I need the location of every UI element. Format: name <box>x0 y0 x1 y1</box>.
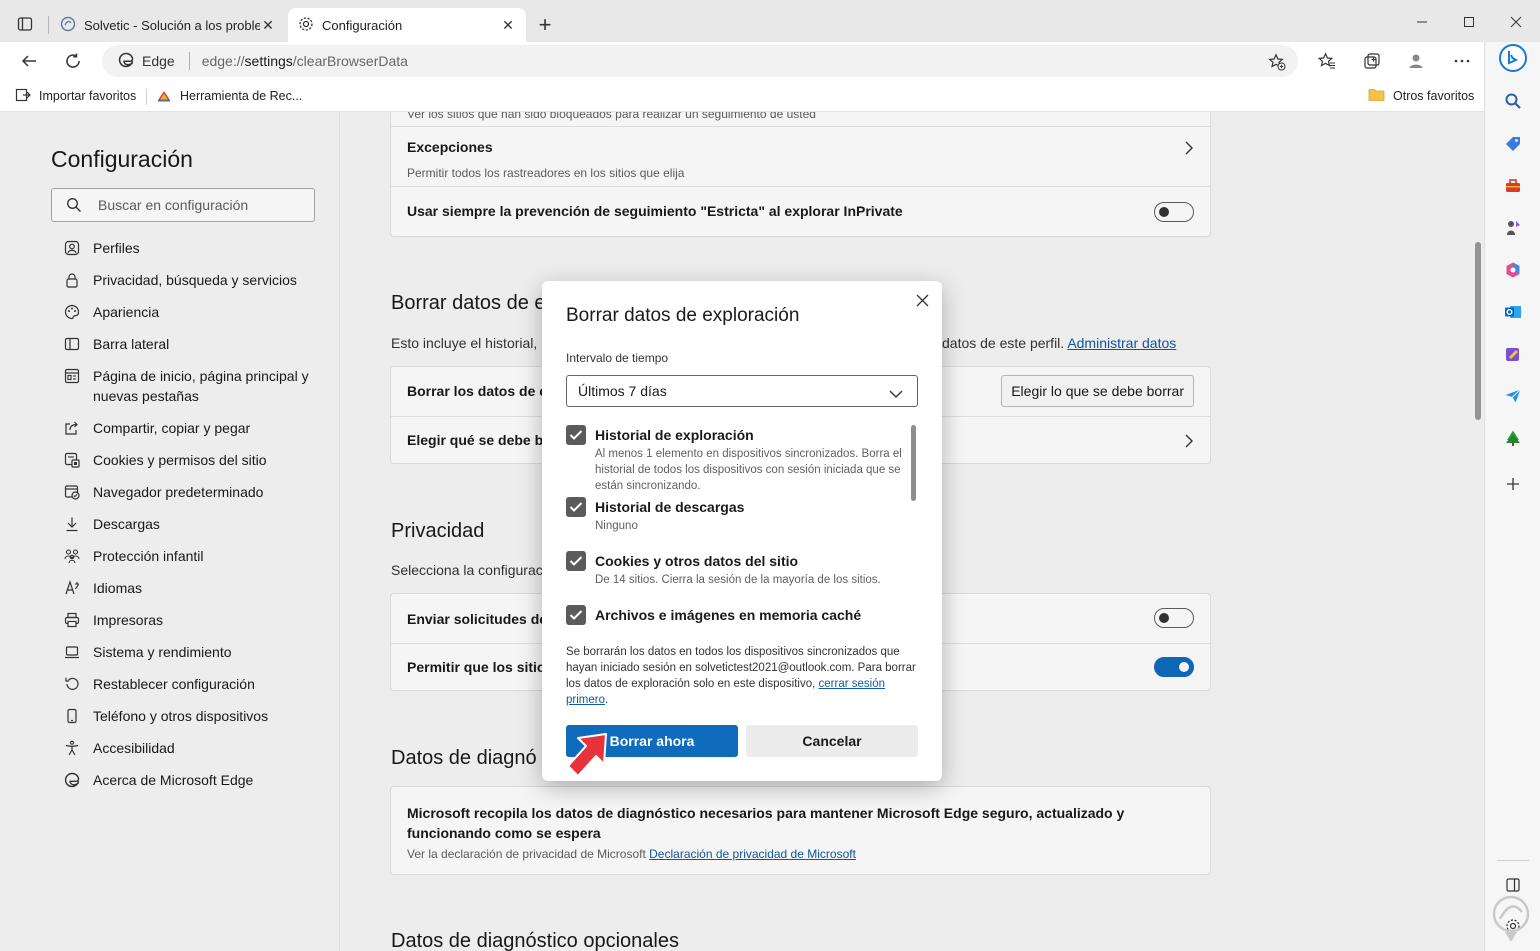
refresh-icon[interactable] <box>57 46 89 76</box>
watermark-logo-icon <box>1492 895 1530 942</box>
edge-sidebar <box>1484 42 1540 951</box>
other-favorites-label: Otros favoritos <box>1393 89 1475 103</box>
close-window-button[interactable] <box>1493 8 1539 36</box>
favorites-icon[interactable] <box>1311 46 1343 76</box>
favorites-separator <box>146 89 147 105</box>
sidebar-separator <box>1497 860 1529 861</box>
time-range-value: Últimos 7 días <box>578 383 667 399</box>
profile-icon[interactable] <box>1400 46 1432 76</box>
maximize-button[interactable] <box>1446 8 1492 36</box>
edge-icon <box>118 52 134 71</box>
games-icon[interactable] <box>1499 214 1527 242</box>
tab-separator <box>48 16 49 34</box>
import-icon <box>15 87 31 106</box>
solvetic-icon <box>60 16 76 35</box>
tools-icon[interactable] <box>1499 172 1527 200</box>
gear-icon <box>298 16 314 35</box>
favorite-label: Importar favoritos <box>39 89 137 103</box>
clear-browsing-data-dialog: Borrar datos de exploración Intervalo de… <box>542 281 942 781</box>
checkbox-download-history[interactable] <box>566 497 586 517</box>
time-range-label: Intervalo de tiempo <box>566 351 669 365</box>
dialog-scrollbar[interactable] <box>911 425 916 501</box>
tab-actions-icon[interactable] <box>8 9 42 39</box>
tab-title: Solvetic - Solución a los problem <box>84 17 260 33</box>
cache-title: Archivos e imágenes en memoria caché <box>595 607 862 623</box>
search-icon[interactable] <box>1499 87 1527 115</box>
address-separator <box>188 52 190 70</box>
browsing-history-sub: Al menos 1 elemento en dispositivos sinc… <box>595 448 902 492</box>
download-history-sub: Ninguno <box>595 520 638 532</box>
time-range-select[interactable]: Últimos 7 días <box>566 375 918 407</box>
checkbox-browsing-history[interactable] <box>566 425 586 445</box>
tab-configuracion[interactable]: Configuración ✕ <box>288 8 526 42</box>
address-bar[interactable]: Edge edge://settings/clearBrowserData <box>102 45 1298 77</box>
favorite-tool[interactable]: Herramienta de Rec... <box>156 85 302 107</box>
favorite-import[interactable]: Importar favoritos <box>15 85 136 107</box>
back-icon[interactable] <box>13 46 45 76</box>
download-history-title: Historial de descargas <box>595 499 745 515</box>
chevron-down-icon <box>889 386 903 402</box>
cookies-title: Cookies y otros datos del sitio <box>595 553 799 569</box>
tab-solvetic[interactable]: Solvetic - Solución a los problem ✕ <box>50 8 286 42</box>
designer-icon[interactable] <box>1499 340 1527 368</box>
cookies-sub: De 14 sitios. Cierra la sesión de la may… <box>595 574 881 586</box>
edge-chip-label: Edge <box>142 53 175 69</box>
close-tab-icon[interactable]: ✕ <box>260 17 276 34</box>
edge-chip[interactable]: Edge <box>118 52 175 71</box>
outlook-icon[interactable] <box>1499 298 1527 326</box>
tool-icon <box>156 87 172 106</box>
collections-icon[interactable] <box>1356 46 1388 76</box>
close-icon[interactable] <box>912 290 932 310</box>
dialog-title: Borrar datos de exploración <box>566 305 800 326</box>
more-icon[interactable] <box>1446 46 1478 76</box>
add-favorite-icon[interactable] <box>1266 51 1288 73</box>
tab-title: Configuración <box>322 17 403 33</box>
send-icon[interactable] <box>1499 382 1527 410</box>
sync-note: Se borrarán los datos en todos los dispo… <box>566 644 918 708</box>
tree-icon[interactable] <box>1499 424 1527 452</box>
url-host: settings <box>244 53 293 69</box>
favorite-label: Herramienta de Rec... <box>180 89 303 103</box>
checkbox-cookies[interactable] <box>566 551 586 571</box>
close-tab-icon[interactable]: ✕ <box>500 17 516 34</box>
title-bar: Solvetic - Solución a los problem ✕ Conf… <box>0 0 1540 42</box>
microsoft365-icon[interactable] <box>1499 256 1527 284</box>
checkbox-cache[interactable] <box>566 605 586 625</box>
minimize-button[interactable] <box>1399 8 1445 36</box>
shopping-tag-icon[interactable] <box>1499 130 1527 158</box>
cancel-button[interactable]: Cancelar <box>746 725 918 757</box>
url-path: /clearBrowserData <box>292 53 408 69</box>
pointer-arrow-icon <box>567 733 607 777</box>
other-favorites[interactable]: Otros favoritos <box>1368 85 1474 107</box>
toolbar: Edge edge://settings/clearBrowserData <box>0 42 1484 80</box>
folder-icon <box>1368 87 1385 105</box>
favorites-bar: Importar favoritos Herramienta de Rec...… <box>0 80 1484 112</box>
sync-note-end: . <box>604 694 609 706</box>
url-text[interactable]: edge://settings/clearBrowserData <box>202 53 408 69</box>
new-tab-button[interactable]: + <box>532 12 558 38</box>
url-scheme: edge:// <box>201 53 245 69</box>
add-icon[interactable] <box>1499 470 1527 498</box>
browsing-history-title: Historial de exploración <box>595 427 754 443</box>
bing-copilot-icon[interactable] <box>1499 44 1527 72</box>
